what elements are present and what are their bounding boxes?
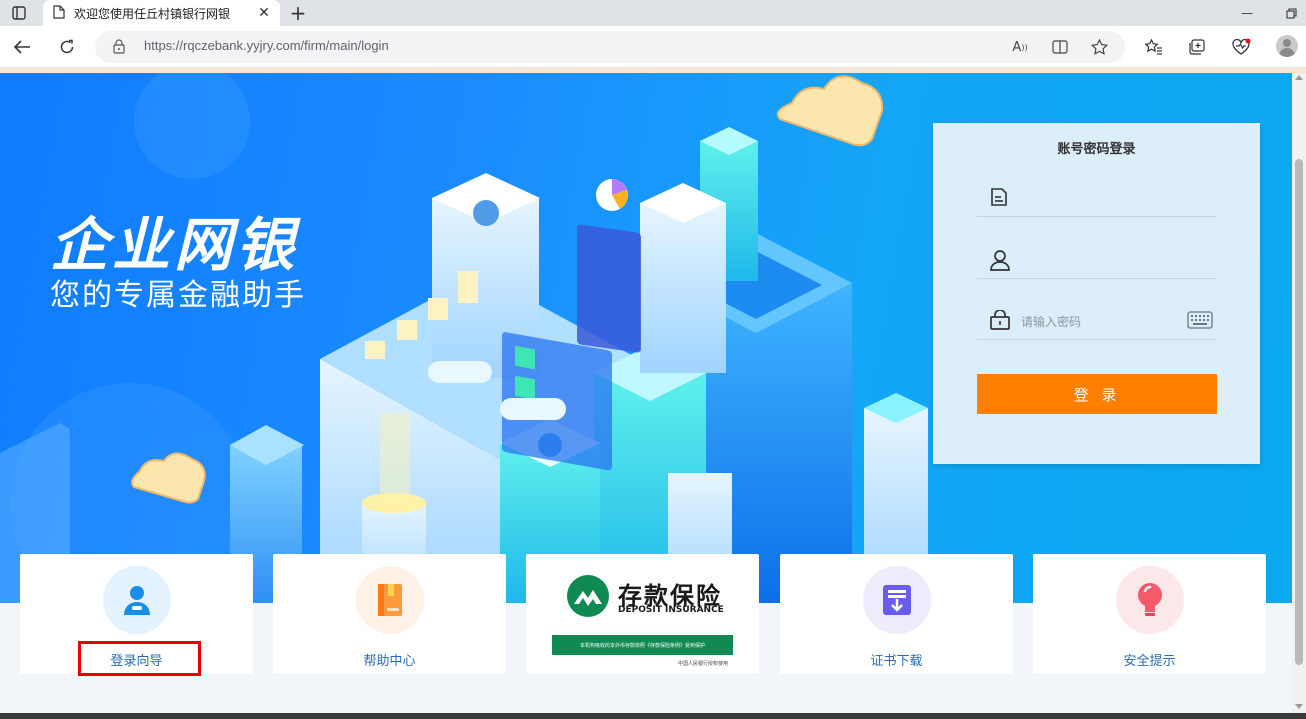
restore-icon[interactable] [1281, 3, 1301, 23]
hero-subtitle: 您的专属金融助手 [50, 278, 306, 313]
username-field [977, 243, 1217, 279]
account-card-icon [989, 187, 1011, 209]
keyboard-icon[interactable] [1187, 311, 1213, 331]
highlight-box [78, 641, 201, 676]
lock-icon [989, 309, 1011, 332]
help-center-card[interactable]: 帮助中心 [273, 554, 506, 674]
help-center-label: 帮助中心 [363, 654, 416, 669]
cert-download-card[interactable]: 证书下载 [780, 554, 1013, 674]
feature-cards: 登录向导 帮助中心 存款保险 DEPOSIT INSURANCE 本机构吸收的本… [0, 554, 1292, 676]
username-input[interactable] [1021, 249, 1171, 273]
favorite-star-icon[interactable] [1088, 37, 1110, 57]
refresh-icon[interactable] [54, 34, 80, 60]
profile-avatar[interactable] [1276, 35, 1298, 57]
collections-icon[interactable] [1186, 36, 1208, 58]
browser-essentials-icon[interactable] [1230, 36, 1252, 58]
tab-actions-icon[interactable] [6, 3, 32, 23]
back-icon[interactable] [9, 34, 35, 60]
account-field [977, 181, 1217, 217]
security-tips-card[interactable]: 安全提示 [1033, 554, 1266, 674]
browser-tab-strip: 欢迎您使用任丘村镇银行网银 ✕ + — [0, 0, 1306, 26]
login-button[interactable]: 登 录 [977, 374, 1217, 414]
deposit-insurance-logo [566, 574, 610, 622]
insurance-footnote: 中国人民银行授权使用 [677, 661, 728, 667]
insurance-english: DEPOSIT INSURANCE [618, 605, 724, 615]
bottom-edge [0, 713, 1306, 719]
login-panel: 账号密码登录 登 录 [933, 123, 1260, 464]
password-field [977, 304, 1217, 340]
address-bar[interactable]: https://rqczebank.yyjry.com/firm/main/lo… [95, 31, 1125, 63]
split-screen-icon[interactable] [1049, 37, 1071, 57]
login-guide-card[interactable]: 登录向导 [20, 554, 253, 676]
cert-download-label: 证书下载 [870, 654, 923, 669]
login-page: 企业网银 您的专属金融助手 账号密码登录 登 录 登录向导 帮助中心 存款保险 … [0, 73, 1292, 713]
tab-title: 欢迎您使用任丘村镇银行网银 [74, 6, 231, 21]
new-tab-icon[interactable]: + [287, 1, 309, 25]
user-icon [989, 249, 1011, 271]
page-icon [53, 4, 65, 23]
read-aloud-icon[interactable]: A)) [1009, 37, 1031, 57]
account-input[interactable] [1021, 187, 1171, 211]
lock-icon[interactable] [113, 39, 125, 58]
minimize-icon[interactable]: — [1237, 3, 1257, 23]
page-scrollbar[interactable] [1292, 73, 1306, 713]
password-input[interactable] [1021, 310, 1171, 334]
help-book-icon [356, 566, 424, 634]
deposit-insurance-card[interactable]: 存款保险 DEPOSIT INSURANCE 本机构吸收的本外币存款依照《存款保… [526, 554, 759, 674]
hero-banner: 企业网银 您的专属金融助手 账号密码登录 登 录 [0, 73, 1292, 603]
url-text: https://rqczebank.yyjry.com/firm/main/lo… [144, 38, 389, 53]
close-icon[interactable]: ✕ [255, 4, 273, 22]
browser-tab[interactable]: 欢迎您使用任丘村镇银行网银 ✕ [43, 0, 280, 26]
security-tips-label: 安全提示 [1123, 654, 1176, 669]
browser-toolbar: https://rqczebank.yyjry.com/firm/main/lo… [0, 26, 1306, 68]
scroll-down-icon[interactable] [1295, 704, 1303, 709]
favorites-icon[interactable] [1143, 36, 1165, 58]
insurance-notice: 本机构吸收的本外币存款依照《存款保险条例》受到保护 [552, 635, 733, 655]
scroll-thumb[interactable] [1295, 159, 1303, 665]
scroll-up-icon[interactable] [1295, 75, 1303, 80]
login-title: 账号密码登录 [1057, 142, 1136, 157]
login-guide-icon [103, 566, 171, 634]
lightbulb-icon [1116, 566, 1184, 634]
cert-download-icon [863, 566, 931, 634]
